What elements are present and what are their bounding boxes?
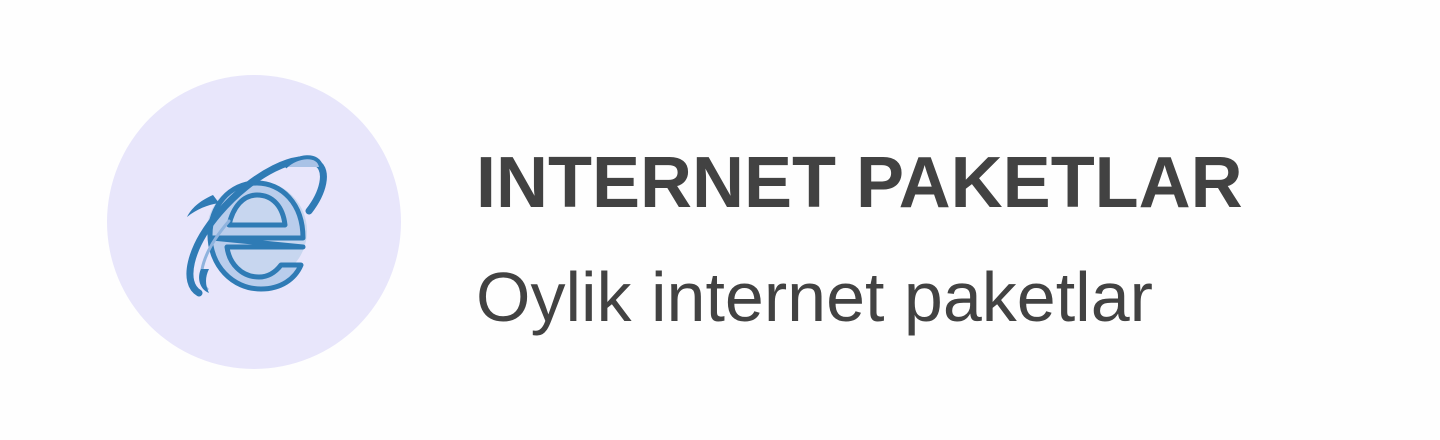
menu-item-internet-packages[interactable]: INTERNET PAKETLAR Oylik internet paketla… — [0, 0, 1440, 440]
item-title: INTERNET PAKETLAR — [476, 143, 1243, 223]
item-text: INTERNET PAKETLAR Oylik internet paketla… — [476, 138, 1243, 342]
item-subtitle: Oylik internet paketlar — [476, 258, 1153, 336]
icon-circle — [107, 75, 401, 369]
internet-explorer-icon — [186, 155, 327, 297]
